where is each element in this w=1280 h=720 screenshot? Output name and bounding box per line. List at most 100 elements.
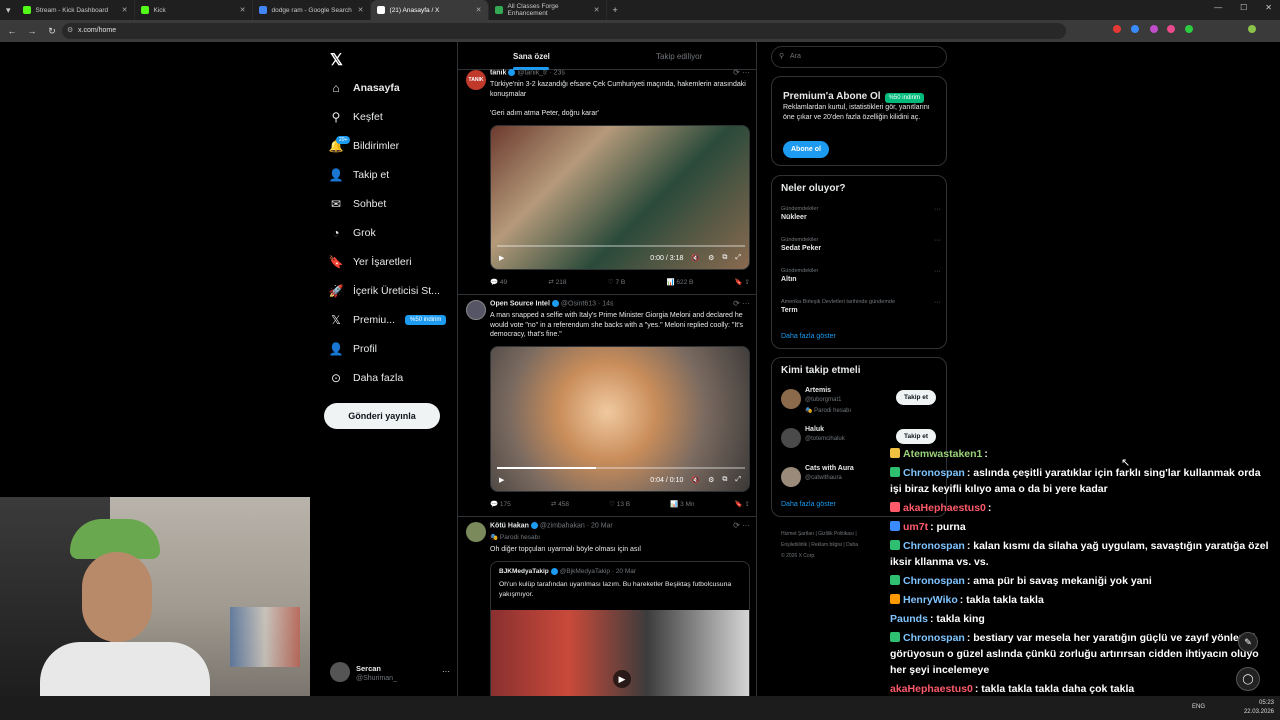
footer-link[interactable]: Hizmet Şartları	[781, 531, 814, 537]
nav-item-mail[interactable]: ✉ Sohbet	[328, 193, 386, 215]
chat-username[interactable]: Chronospan	[903, 632, 965, 644]
tweet[interactable]: Kötü Hakan @zimbahakan · 20 Mar ⟳ ··· 🎭 P…	[458, 517, 756, 696]
volume-icon[interactable]: 🔇	[691, 476, 700, 484]
avatar[interactable]	[781, 428, 801, 448]
browser-tab[interactable]: All Classes Forge Enhancement ✕	[489, 0, 607, 20]
forward-icon[interactable]: →	[24, 26, 40, 36]
video-player[interactable]: ▶ 0:00 / 3:18 🔇 ⚙ ⧉ ⤢	[490, 125, 750, 270]
show-more-link[interactable]: Daha fazla göster	[781, 333, 836, 340]
tweet[interactable]: TANIK tanık @tanik_tr · 23s ⟳ ··· Türkiye…	[458, 68, 756, 295]
trend-item[interactable]: Gündemdekiler Nükleer ···	[781, 206, 941, 221]
footer-link[interactable]: Daha	[846, 542, 858, 548]
play-icon[interactable]: ▶	[499, 476, 504, 484]
nav-item-bell[interactable]: 🔔 20+ Bildirimler	[328, 135, 399, 157]
nav-item-more[interactable]: ⊙ Daha fazla	[328, 367, 403, 389]
extension-icon[interactable]	[1167, 25, 1175, 33]
tab-for-you[interactable]: Sana özel	[513, 52, 550, 61]
trend-item[interactable]: Gündemdekiler Sedat Peker ···	[781, 237, 941, 252]
chat-username[interactable]: akaHephaestus0	[903, 502, 986, 514]
nav-item-grok[interactable]: ◔ Grok	[328, 222, 375, 244]
close-window-icon[interactable]: ✕	[1265, 3, 1272, 12]
trend-item[interactable]: Gündemdekiler Altın ···	[781, 268, 941, 283]
chat-username[interactable]: Chronospan	[903, 540, 965, 552]
profile-avatar-icon[interactable]	[1248, 25, 1256, 33]
views-button[interactable]: 📊 622 B	[666, 278, 693, 286]
extension-icon[interactable]	[1113, 25, 1121, 33]
browser-tab[interactable]: (21) Anasayfa / X ✕	[370, 0, 489, 20]
chat-username[interactable]: Atemwastaken1	[903, 448, 982, 460]
pip-icon[interactable]: ⧉	[722, 476, 727, 484]
follow-button[interactable]: Takip et	[896, 429, 937, 444]
avatar[interactable]	[781, 467, 801, 487]
language-indicator[interactable]: ENG	[1192, 704, 1205, 710]
more-dots-icon[interactable]: ⟳ ···	[733, 68, 750, 77]
fullscreen-icon[interactable]: ⤢	[735, 476, 741, 484]
close-tab-icon[interactable]: ✕	[594, 6, 600, 14]
browser-tab[interactable]: dodge ram - Google Search ✕	[253, 0, 371, 20]
browser-tab[interactable]: Stream - Kick Dashboard ✕	[17, 0, 135, 20]
retweet-button[interactable]: ⇄ 218	[548, 278, 566, 286]
extension-icon[interactable]	[1131, 25, 1139, 33]
nav-item-bookmark[interactable]: 🔖 Yer İşaretleri	[328, 251, 412, 273]
search-input[interactable]: ⚲ Ara	[771, 46, 947, 68]
reply-button[interactable]: 💬 175	[490, 500, 511, 508]
footer-link[interactable]: Erişilebilirlik	[781, 542, 807, 548]
nav-item-add-user[interactable]: 👤 Takip et	[328, 164, 390, 186]
volume-icon[interactable]: 🔇	[691, 254, 700, 262]
author-name[interactable]: Open Source Intel	[490, 300, 550, 307]
more-dots-icon[interactable]: ···	[934, 299, 941, 306]
site-info-icon[interactable]: ⚙	[67, 26, 73, 34]
like-button[interactable]: ♡ 13 B	[609, 500, 630, 508]
browser-tab[interactable]: Kick ✕	[135, 0, 253, 20]
avatar[interactable]	[781, 389, 801, 409]
clock[interactable]: 05:23 22.03.2026	[1244, 699, 1274, 717]
pip-icon[interactable]: ⧉	[722, 254, 727, 262]
quote-media[interactable]: ▶	[491, 610, 749, 696]
chat-bubble-icon[interactable]: ◯	[1236, 667, 1260, 691]
tab-list-icon[interactable]: ▾	[6, 5, 11, 16]
extension-icon[interactable]	[1185, 25, 1193, 33]
tweet[interactable]: Open Source Intel @Osint613 · 14s ⟳ ··· A…	[458, 295, 756, 517]
author-name[interactable]: tanık	[490, 69, 506, 76]
close-tab-icon[interactable]: ✕	[358, 6, 364, 14]
settings-icon[interactable]: ⚙	[708, 254, 714, 262]
footer-link[interactable]: Reklam bilgisi	[811, 542, 842, 548]
views-button[interactable]: 📊 3 Mn	[670, 500, 694, 508]
close-tab-icon[interactable]: ✕	[122, 6, 128, 14]
video-player[interactable]: ▶ 0:04 / 0:10 🔇 ⚙ ⧉ ⤢	[490, 346, 750, 492]
suggested-account[interactable]: Artemis @tuborgmat1 🎭 Parodi hesabı Takip e…	[781, 387, 941, 417]
x-logo-icon[interactable]: 𝕏	[330, 50, 343, 70]
bookmark-icon[interactable]: 🔖 ⇪	[735, 500, 750, 508]
feedback-icon[interactable]: ✎	[1238, 632, 1258, 652]
play-icon[interactable]: ▶	[613, 670, 631, 688]
play-icon[interactable]: ▶	[499, 254, 504, 262]
trend-item[interactable]: Amerika Birleşik Devletleri tarihinde gü…	[781, 299, 941, 314]
more-dots-icon[interactable]: ⟳ ···	[733, 299, 750, 308]
like-button[interactable]: ♡ 7 B	[608, 278, 625, 286]
footer-link[interactable]: Gizlilik Politikası	[818, 531, 854, 537]
back-icon[interactable]: ←	[4, 26, 20, 36]
close-tab-icon[interactable]: ✕	[476, 6, 482, 14]
more-dots-icon[interactable]: ···	[934, 206, 941, 213]
chat-username[interactable]: HenryWiko	[903, 594, 958, 606]
minimize-icon[interactable]: —	[1214, 3, 1222, 12]
more-dots-icon[interactable]: ⟳ ···	[733, 521, 750, 530]
post-button[interactable]: Gönderi yayınla	[324, 403, 440, 429]
more-dots-icon[interactable]: ···	[934, 237, 941, 244]
chat-username[interactable]: Chronospan	[903, 467, 965, 479]
chat-username[interactable]: akaHephaestus0	[890, 683, 973, 695]
reload-icon[interactable]: ↻	[44, 26, 60, 37]
tab-following[interactable]: Takip ediliyor	[656, 52, 702, 61]
author-name[interactable]: Kötü Hakan	[490, 522, 529, 529]
more-dots-icon[interactable]: ···	[442, 667, 450, 676]
avatar[interactable]	[466, 300, 486, 320]
reply-button[interactable]: 💬 49	[490, 278, 507, 286]
chat-username[interactable]: Paunds	[890, 613, 928, 625]
avatar[interactable]	[466, 522, 486, 542]
chat-username[interactable]: Chronospan	[903, 575, 965, 587]
follow-button[interactable]: Takip et	[896, 390, 937, 405]
nav-item-home[interactable]: ⌂ Anasayfa	[328, 77, 399, 99]
fullscreen-icon[interactable]: ⤢	[735, 254, 741, 262]
close-tab-icon[interactable]: ✕	[240, 6, 246, 14]
show-more-link[interactable]: Daha fazla göster	[781, 501, 836, 508]
